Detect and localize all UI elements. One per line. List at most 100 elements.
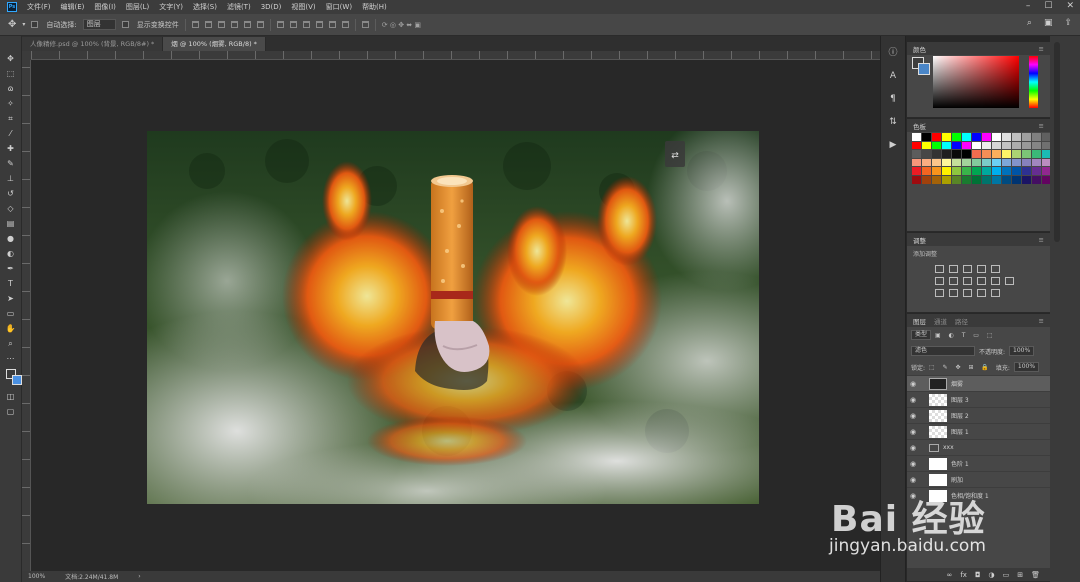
swatches-panel-title[interactable]: 色板 — [913, 121, 926, 131]
color-swatch[interactable] — [992, 150, 1001, 158]
layer-row-smoke[interactable]: ◉ 烟雾 — [907, 375, 1050, 391]
distribute-top-icon[interactable] — [276, 21, 284, 28]
distribute-right-icon[interactable] — [341, 21, 349, 28]
new-layer-icon[interactable]: ⊞ — [1017, 571, 1023, 579]
auto-select-checkbox[interactable] — [31, 21, 39, 28]
layer-row[interactable]: ◉ 色相/饱和度 1 — [907, 487, 1050, 503]
color-swatch[interactable] — [982, 150, 991, 158]
hue-saturation-icon[interactable] — [949, 277, 958, 285]
panel-scrollbar[interactable] — [1050, 36, 1080, 582]
color-swatch[interactable] — [1012, 175, 1021, 184]
color-picker-field[interactable] — [933, 56, 1019, 108]
color-swatch[interactable] — [1002, 167, 1011, 175]
color-swatch[interactable] — [1002, 158, 1011, 167]
opacity-input[interactable]: 100% — [1009, 346, 1035, 356]
filter-icons[interactable]: ▣ ◐ T ▭ ⬚ — [935, 332, 996, 339]
color-swatch[interactable] — [912, 150, 921, 158]
color-swatch[interactable] — [972, 158, 981, 167]
pen-tool-icon[interactable]: ✒ — [5, 264, 16, 274]
type-tool-icon[interactable]: T — [5, 279, 16, 289]
color-swatch[interactable] — [922, 158, 931, 167]
transform-controls-checkbox[interactable] — [121, 21, 129, 28]
layer-row[interactable]: ◉ 图层 3 — [907, 391, 1050, 407]
color-swatch[interactable] — [982, 175, 991, 184]
search-icon[interactable]: ⌕ — [1027, 18, 1032, 28]
maximize-icon[interactable]: ☐ — [1044, 1, 1052, 11]
zoom-level[interactable]: 100% — [28, 573, 45, 580]
color-swatch[interactable] — [962, 167, 971, 175]
tab-document-1[interactable]: 人像精修.psd @ 100% (背景, RGB/8#) * — [22, 37, 164, 51]
background-swatch[interactable] — [918, 63, 930, 75]
menu-image[interactable]: 图像(I) — [89, 2, 121, 12]
align-vcenter-icon[interactable] — [204, 21, 212, 28]
screen-mode-icon[interactable]: ▢ — [5, 407, 16, 417]
horizontal-ruler[interactable] — [31, 51, 880, 60]
eye-icon[interactable]: ◉ — [907, 492, 919, 500]
tab-document-2[interactable]: 烟 @ 100% (烟雾, RGB/8) * — [163, 37, 266, 51]
tab-paths[interactable]: 路径 — [955, 316, 968, 326]
color-swatch[interactable] — [1012, 167, 1021, 175]
color-swatch[interactable] — [932, 167, 941, 175]
menu-view[interactable]: 视图(V) — [286, 2, 320, 12]
more-tools-icon[interactable]: ⋯ — [5, 354, 16, 364]
color-swatch[interactable] — [982, 167, 991, 175]
threshold-icon[interactable] — [963, 289, 972, 297]
color-swatch[interactable] — [932, 158, 941, 167]
menu-file[interactable]: 文件(F) — [22, 2, 56, 12]
color-swatch[interactable] — [942, 175, 951, 184]
color-swatch[interactable] — [1022, 167, 1031, 175]
color-swatch[interactable] — [1032, 141, 1041, 150]
color-swatch[interactable] — [992, 167, 1001, 175]
align-right-icon[interactable] — [256, 21, 264, 28]
3d-mode-icon[interactable]: ⟳ ◎ ✥ ⬌ ▣ — [382, 21, 421, 29]
color-swatch[interactable] — [922, 141, 931, 150]
layer-row[interactable]: ◉ 色阶 1 — [907, 455, 1050, 471]
color-swatch[interactable] — [932, 133, 941, 141]
brush-tool-icon[interactable]: ✎ — [5, 159, 16, 169]
layer-row[interactable]: ◉ 图层 2 — [907, 407, 1050, 423]
color-swatch[interactable] — [942, 133, 951, 141]
color-swatch[interactable] — [1022, 141, 1031, 150]
minimize-icon[interactable]: – — [1026, 1, 1031, 11]
share-icon[interactable]: ⇪ — [1064, 18, 1072, 28]
color-swatch[interactable] — [942, 167, 951, 175]
layer-row[interactable]: ◉ 刷加 — [907, 471, 1050, 487]
link-icon[interactable]: ∞ — [947, 571, 953, 579]
color-swatch[interactable] — [912, 158, 921, 167]
color-swatch[interactable] — [962, 158, 971, 167]
color-swatch[interactable] — [952, 158, 961, 167]
color-swatch[interactable] — [1022, 133, 1031, 141]
background-color-swatch[interactable] — [11, 375, 22, 385]
color-swatch[interactable] — [982, 158, 991, 167]
posterize-icon[interactable] — [949, 289, 958, 297]
zoom-tool-icon[interactable]: ⌕ — [5, 339, 16, 349]
curves-icon[interactable] — [963, 265, 972, 273]
color-swatch[interactable] — [1032, 175, 1041, 184]
eye-icon[interactable]: ◉ — [907, 444, 919, 452]
close-icon[interactable]: ✕ — [1066, 1, 1074, 11]
levels-icon[interactable] — [949, 265, 958, 273]
color-swatch[interactable] — [942, 141, 951, 150]
marquee-tool-icon[interactable]: ⬚ — [5, 69, 16, 79]
fx-icon[interactable]: fx — [960, 571, 967, 579]
eyedropper-tool-icon[interactable]: ⁄ — [5, 129, 16, 139]
selective-color-icon[interactable] — [977, 289, 986, 297]
color-swatch[interactable] — [912, 167, 921, 175]
invert-icon[interactable] — [935, 289, 944, 297]
gradient-tool-icon[interactable]: ▤ — [5, 219, 16, 229]
color-swatch[interactable] — [1012, 133, 1021, 141]
color-swatch[interactable] — [992, 158, 1001, 167]
color-swatch[interactable] — [1032, 158, 1041, 167]
channel-mixer-icon[interactable] — [1005, 277, 1014, 285]
align-hcenter-icon[interactable] — [243, 21, 251, 28]
color-swatch[interactable] — [922, 150, 931, 158]
color-swatch[interactable] — [992, 175, 1001, 184]
quick-mask-icon[interactable]: ◫ — [5, 392, 16, 402]
color-swatch[interactable] — [962, 141, 971, 150]
tab-layers[interactable]: 图层 — [913, 316, 926, 326]
menu-layer[interactable]: 图层(L) — [121, 2, 154, 12]
color-swatch[interactable] — [1032, 150, 1041, 158]
eye-icon[interactable]: ◉ — [907, 476, 919, 484]
folder-icon[interactable]: ▭ — [1003, 571, 1010, 579]
color-swatch[interactable] — [972, 141, 981, 150]
